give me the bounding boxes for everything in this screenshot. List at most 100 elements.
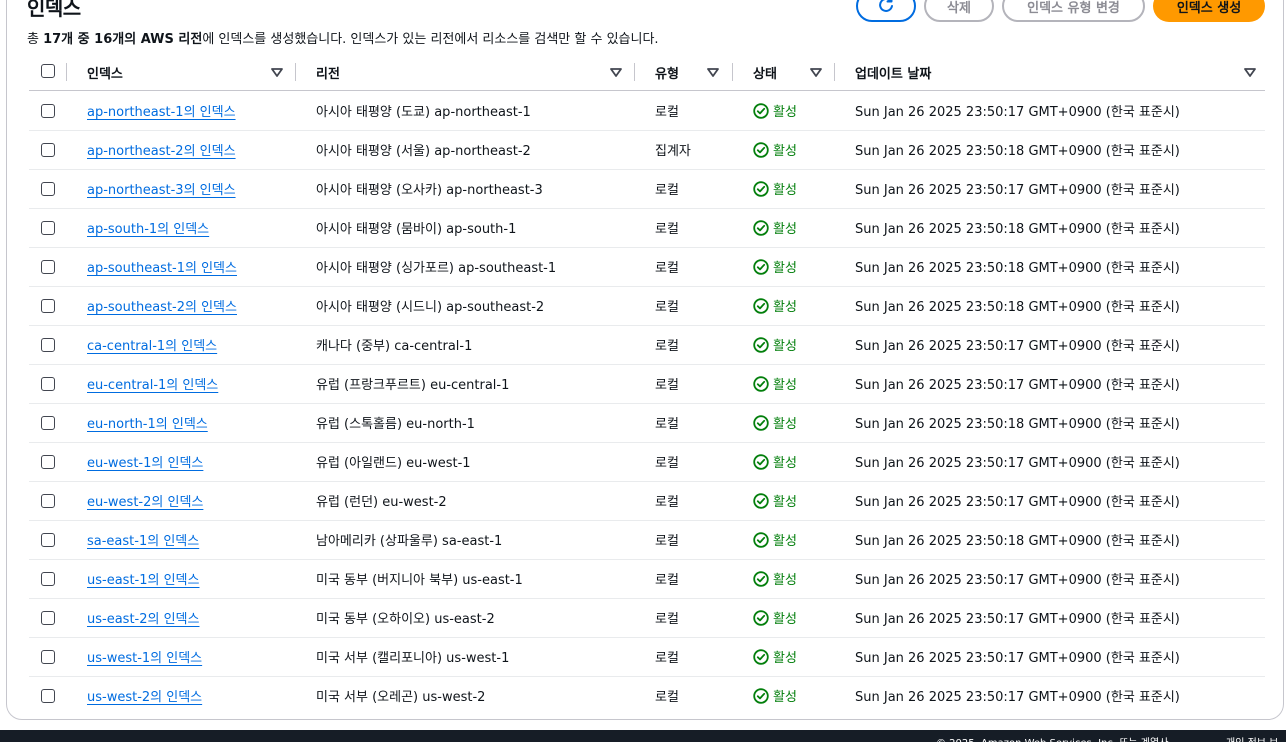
type-cell: 로컬 bbox=[655, 534, 679, 549]
column-divider bbox=[732, 63, 733, 81]
row-checkbox[interactable] bbox=[41, 572, 55, 586]
index-link[interactable]: eu-west-1의 인덱스 bbox=[87, 452, 203, 471]
table-row[interactable]: us-east-2의 인덱스 미국 동부 (오하이오) us-east-2 로컬 활성… bbox=[29, 598, 1265, 638]
row-checkbox[interactable] bbox=[41, 494, 55, 508]
check-circle-icon bbox=[753, 531, 773, 548]
create-index-button[interactable]: 인덱스 생성 bbox=[1153, 0, 1265, 22]
table-row[interactable]: eu-central-1의 인덱스 유럽 (프랑크푸르트) eu-central-… bbox=[29, 364, 1265, 404]
type-cell: 로컬 bbox=[655, 339, 679, 354]
status-text: 활성 bbox=[773, 456, 797, 471]
index-link[interactable]: sa-east-1의 인덱스 bbox=[87, 530, 199, 549]
column-divider bbox=[295, 63, 296, 81]
column-header-status[interactable]: 상태 bbox=[753, 56, 829, 88]
table-row[interactable]: us-west-2의 인덱스 미국 서부 (오레곤) us-west-2 로컬 활성 S… bbox=[29, 676, 1265, 715]
column-header-type[interactable]: 유형 bbox=[655, 56, 721, 88]
index-link[interactable]: eu-west-2의 인덱스 bbox=[87, 491, 203, 510]
column-label-status: 상태 bbox=[753, 66, 777, 82]
row-checkbox[interactable] bbox=[41, 416, 55, 430]
check-circle-icon bbox=[753, 375, 773, 392]
column-label-region: 리전 bbox=[316, 66, 340, 82]
table-row[interactable]: sa-east-1의 인덱스 남아메리카 (상파울루) sa-east-1 로컬 활성… bbox=[29, 520, 1265, 560]
row-checkbox[interactable] bbox=[41, 533, 55, 547]
select-all-checkbox[interactable] bbox=[41, 64, 55, 78]
table-row[interactable]: eu-west-2의 인덱스 유럽 (런던) eu-west-2 로컬 활성 Sun J… bbox=[29, 481, 1265, 521]
footer-privacy-link[interactable]: 개인 정보 보 bbox=[1226, 734, 1278, 742]
check-circle-icon bbox=[753, 336, 773, 353]
table-row[interactable]: ap-northeast-1의 인덱스 아시아 태평양 (도쿄) ap-north… bbox=[29, 91, 1265, 131]
index-link[interactable]: eu-north-1의 인덱스 bbox=[87, 413, 208, 432]
index-link[interactable]: ap-southeast-2의 인덱스 bbox=[87, 296, 237, 315]
caret-down-icon bbox=[707, 67, 719, 82]
row-checkbox[interactable] bbox=[41, 689, 55, 703]
table-row[interactable]: ap-southeast-1의 인덱스 아시아 태평양 (싱가포르) ap-sou… bbox=[29, 247, 1265, 287]
type-cell: 로컬 bbox=[655, 573, 679, 588]
table-row[interactable]: us-west-1의 인덱스 미국 서부 (캘리포니아) us-west-1 로컬 활… bbox=[29, 637, 1265, 677]
summary-rest: 에 인덱스를 생성했습니다. 인덱스가 있는 리전에서 리소스를 검색만 할 수… bbox=[202, 32, 659, 47]
row-checkbox[interactable] bbox=[41, 182, 55, 196]
index-link[interactable]: ap-southeast-1의 인덱스 bbox=[87, 257, 237, 276]
column-header-region[interactable]: 리전 bbox=[316, 56, 622, 88]
updated-cell: Sun Jan 26 2025 23:50:17 GMT+0900 (한국 표준… bbox=[855, 690, 1180, 705]
row-checkbox[interactable] bbox=[41, 650, 55, 664]
page-title: 인덱스 bbox=[27, 0, 81, 20]
index-link[interactable]: ap-south-1의 인덱스 bbox=[87, 218, 209, 237]
column-label-updated: 업데이트 날짜 bbox=[855, 66, 932, 82]
table-row[interactable]: ca-central-1의 인덱스 캐나다 (중부) ca-central-1 로컬… bbox=[29, 325, 1265, 365]
region-cell: 아시아 태평양 (뭄바이) ap-south-1 bbox=[316, 222, 517, 237]
row-checkbox[interactable] bbox=[41, 104, 55, 118]
region-cell: 아시아 태평양 (시드니) ap-southeast-2 bbox=[316, 300, 545, 315]
updated-cell: Sun Jan 26 2025 23:50:17 GMT+0900 (한국 표준… bbox=[855, 495, 1180, 510]
table-row[interactable]: ap-south-1의 인덱스 아시아 태평양 (뭄바이) ap-south-1 로… bbox=[29, 208, 1265, 248]
column-divider bbox=[634, 63, 635, 81]
delete-button[interactable]: 삭제 bbox=[924, 0, 994, 22]
table-row[interactable]: ap-northeast-3의 인덱스 아시아 태평양 (오사카) ap-nort… bbox=[29, 169, 1265, 209]
type-cell: 로컬 bbox=[655, 495, 679, 510]
column-header-index[interactable]: 인덱스 bbox=[87, 56, 283, 88]
row-checkbox[interactable] bbox=[41, 377, 55, 391]
check-circle-icon bbox=[753, 687, 773, 704]
index-link[interactable]: ap-northeast-1의 인덱스 bbox=[87, 101, 236, 120]
column-header-updated[interactable]: 업데이트 날짜 bbox=[855, 56, 1256, 88]
region-cell: 캐나다 (중부) ca-central-1 bbox=[316, 339, 473, 354]
region-cell: 아시아 태평양 (도쿄) ap-northeast-1 bbox=[316, 105, 531, 120]
check-circle-icon bbox=[753, 414, 773, 431]
status-text: 활성 bbox=[773, 417, 797, 432]
table-row[interactable]: ap-southeast-2의 인덱스 아시아 태평양 (시드니) ap-sout… bbox=[29, 286, 1265, 326]
row-checkbox[interactable] bbox=[41, 338, 55, 352]
index-link[interactable]: ap-northeast-3의 인덱스 bbox=[87, 179, 236, 198]
updated-cell: Sun Jan 26 2025 23:50:17 GMT+0900 (한국 표준… bbox=[855, 183, 1180, 198]
index-link[interactable]: eu-central-1의 인덱스 bbox=[87, 374, 218, 393]
change-index-type-button[interactable]: 인덱스 유형 변경 bbox=[1002, 0, 1145, 22]
index-link[interactable]: ca-central-1의 인덱스 bbox=[87, 335, 217, 354]
column-label-index: 인덱스 bbox=[87, 66, 123, 82]
footer-copyright: © 2025, Amazon Web Services, Inc. 또는 계열사… bbox=[936, 734, 1172, 742]
table-row[interactable]: eu-west-1의 인덱스 유럽 (아일랜드) eu-west-1 로컬 활성 Sun… bbox=[29, 442, 1265, 482]
region-cell: 유럽 (런던) eu-west-2 bbox=[316, 495, 447, 510]
status-text: 활성 bbox=[773, 534, 797, 549]
check-circle-icon bbox=[753, 648, 773, 665]
row-checkbox[interactable] bbox=[41, 611, 55, 625]
check-circle-icon bbox=[753, 258, 773, 275]
table-row[interactable]: eu-north-1의 인덱스 유럽 (스톡홀름) eu-north-1 로컬 활성 S… bbox=[29, 403, 1265, 443]
row-checkbox[interactable] bbox=[41, 143, 55, 157]
row-checkbox[interactable] bbox=[41, 260, 55, 274]
index-link[interactable]: us-west-1의 인덱스 bbox=[87, 647, 202, 666]
row-checkbox[interactable] bbox=[41, 299, 55, 313]
check-circle-icon bbox=[753, 180, 773, 197]
status-text: 활성 bbox=[773, 183, 797, 198]
status-text: 활성 bbox=[773, 495, 797, 510]
row-checkbox[interactable] bbox=[41, 455, 55, 469]
updated-cell: Sun Jan 26 2025 23:50:17 GMT+0900 (한국 표준… bbox=[855, 651, 1180, 666]
summary-prefix: 총 bbox=[27, 32, 44, 47]
index-link[interactable]: us-west-2의 인덱스 bbox=[87, 686, 202, 705]
region-cell: 미국 동부 (오하이오) us-east-2 bbox=[316, 612, 495, 627]
row-checkbox[interactable] bbox=[41, 221, 55, 235]
index-link[interactable]: ap-northeast-2의 인덱스 bbox=[87, 140, 236, 159]
region-cell: 아시아 태평양 (싱가포르) ap-southeast-1 bbox=[316, 261, 557, 276]
table-row[interactable]: ap-northeast-2의 인덱스 아시아 태평양 (서울) ap-north… bbox=[29, 130, 1265, 170]
table-row[interactable]: us-east-1의 인덱스 미국 동부 (버지니아 북부) us-east-1 로… bbox=[29, 559, 1265, 599]
index-link[interactable]: us-east-1의 인덱스 bbox=[87, 569, 199, 588]
index-link[interactable]: us-east-2의 인덱스 bbox=[87, 608, 199, 627]
refresh-button[interactable] bbox=[856, 0, 916, 22]
status-text: 활성 bbox=[773, 378, 797, 393]
